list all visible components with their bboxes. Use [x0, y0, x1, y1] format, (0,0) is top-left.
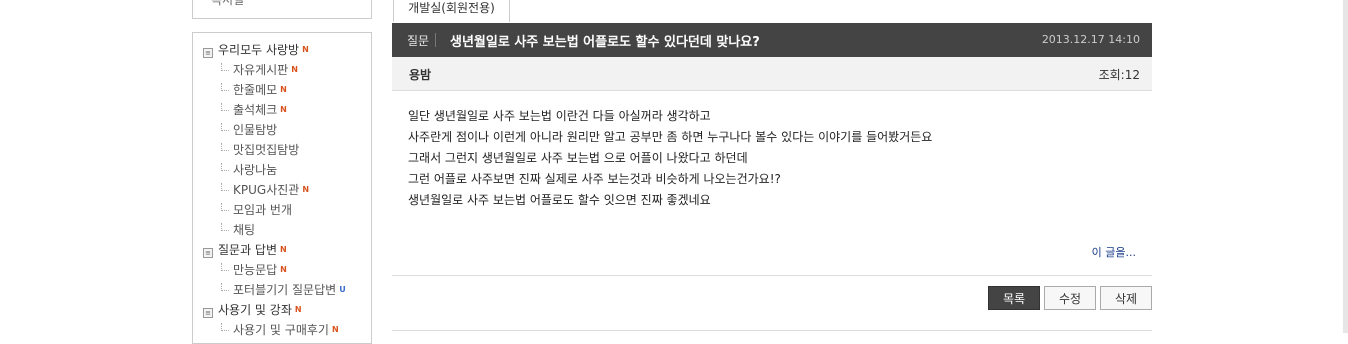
sidebar-item-label: 한줄메모: [233, 83, 278, 97]
new-badge: N: [280, 85, 287, 94]
folder-box-icon: ≡: [203, 248, 213, 258]
post-body-line: 사주란게 점이나 이런게 아니라 원리만 알고 공부만 좀 하면 누구나다 볼수…: [408, 130, 933, 144]
folder-box-icon: ≡: [203, 48, 213, 58]
post-date: 2013.12.17 14:10: [1041, 33, 1140, 46]
sidebar-item-label: 우리모두 사랑방: [218, 43, 300, 57]
post-meta: 용밤 조회:12: [392, 57, 1152, 91]
new-badge: N: [302, 185, 310, 194]
tree-branch-icon: [221, 163, 229, 171]
sidebar-item-top[interactable]: 독서실: [211, 0, 244, 8]
folder-box-icon: ≡: [203, 308, 213, 318]
divider: [392, 275, 1152, 276]
new-badge: N: [280, 245, 287, 254]
post-header: 질문 생년월일로 사주 보는법 어플로도 할수 있다던데 맞나요? 2013.1…: [392, 23, 1152, 57]
post-title: 생년월일로 사주 보는법 어플로도 할수 있다던데 맞나요?: [450, 35, 760, 50]
sidebar-category[interactable]: ≡ 사용기 및 강좌 N: [193, 300, 371, 320]
divider-bottom: [392, 330, 1152, 331]
tree-branch-icon: [221, 323, 229, 331]
sidebar-item[interactable]: 자유게시판 N: [193, 60, 371, 80]
post-body-line: 일단 생년월일로 사주 보는법 이란건 다들 아실꺼라 생각하고: [408, 109, 711, 123]
edit-button[interactable]: 수정: [1044, 286, 1096, 310]
post-body-line: 그런 어플로 사주보면 진짜 실제로 사주 보는것과 비슷하게 나오는건가요!?: [408, 172, 781, 186]
tab-label: 개발실(회원전용): [408, 1, 495, 15]
sidebar-item[interactable]: KPUG사진관 N: [193, 180, 371, 200]
post-author[interactable]: 용밤: [409, 66, 431, 83]
new-badge: N: [294, 305, 302, 314]
post-category: 질문: [407, 34, 430, 48]
tree-branch-icon: [221, 223, 229, 231]
sidebar-category[interactable]: ≡ 우리모두 사랑방 N: [193, 40, 371, 60]
new-badge: N: [302, 45, 309, 54]
sidebar-item-label: 인물탐방: [233, 123, 278, 137]
sidebar-item-label: 사랑나눔: [233, 163, 278, 177]
new-badge: N: [280, 265, 287, 274]
sidebar-category[interactable]: ≡ 질문과 답변 N: [193, 240, 371, 260]
tab-dev-room[interactable]: 개발실(회원전용): [393, 0, 510, 22]
tree-branch-icon: [221, 123, 229, 131]
updated-badge: U: [339, 285, 346, 294]
tree-branch-icon: [221, 83, 229, 91]
tree-branch-icon: [221, 203, 229, 211]
sidebar-item-label: 모임과 번개: [233, 203, 293, 217]
more-posts-link[interactable]: 이 글을...: [1092, 244, 1136, 260]
window-scrollbar[interactable]: [1343, 0, 1348, 333]
post-views: 조회:12: [1098, 68, 1140, 82]
sidebar-item[interactable]: 사용기 및 구매후기 N: [193, 320, 371, 340]
delete-button[interactable]: 삭제: [1100, 286, 1152, 310]
sidebar-item[interactable]: 인물탐방: [193, 120, 371, 140]
sidebar-item-label: 자유게시판: [233, 63, 289, 77]
list-button[interactable]: 목록: [988, 286, 1040, 310]
sidebar-item[interactable]: 한줄메모 N: [193, 80, 371, 100]
sidebar-item[interactable]: 채팅: [193, 220, 371, 240]
tree-branch-icon: [221, 103, 229, 111]
post-body-line: 그래서 그런지 생년월일로 사주 보는법 으로 어플이 나왔다고 하던데: [408, 151, 748, 165]
tree-branch-icon: [221, 263, 229, 271]
sidebar-item-label: 맛집멋집탐방: [233, 143, 300, 157]
sidebar-item-label: 포터블기기 질문답변: [233, 283, 337, 297]
sidebar-item-label: 질문과 답변: [218, 243, 278, 257]
new-badge: N: [291, 65, 298, 74]
sidebar-item-label: KPUG사진관: [233, 183, 300, 197]
sidebar-item[interactable]: 모임과 번개: [193, 200, 371, 220]
tree-branch-icon: [221, 283, 229, 291]
sidebar-item-label: 출석체크: [233, 103, 278, 117]
sidebar-item-label: 사용기 및 구매후기: [233, 323, 329, 337]
sidebar-item[interactable]: 만능문답 N: [193, 260, 371, 280]
post-body-line: 생년월일로 사주 보는법 어플로도 할수 잇으면 진짜 좋겠네요: [408, 193, 711, 207]
post-body: 일단 생년월일로 사주 보는법 이란건 다들 아실꺼라 생각하고 사주란게 점이…: [408, 106, 1128, 211]
sidebar-item[interactable]: 출석체크 N: [193, 100, 371, 120]
tree-branch-icon: [221, 143, 229, 151]
header-separator: [435, 33, 436, 47]
sidebar-item-label: 사용기 및 강좌: [218, 303, 292, 317]
sidebar-item[interactable]: 사랑나눔: [193, 160, 371, 180]
sidebar-item-label: 만능문답: [233, 263, 278, 277]
sidebar-menu-box: ≡ 우리모두 사랑방 N 자유게시판 N 한줄메모 N 출석체크 N 인물탐방 맛집멋집탐방 사랑나눔…: [192, 32, 372, 344]
new-badge: N: [280, 105, 287, 114]
sidebar-item-label: 채팅: [233, 223, 256, 237]
tree-branch-icon: [221, 183, 229, 191]
tree-branch-icon: [221, 63, 229, 71]
sidebar-menu: ≡ 우리모두 사랑방 N 자유게시판 N 한줄메모 N 출석체크 N 인물탐방 맛집멋집탐방 사랑나눔…: [193, 33, 371, 340]
sidebar-item[interactable]: 포터블기기 질문답변 U: [193, 280, 371, 300]
sidebar-top-box: 독서실: [192, 0, 372, 19]
sidebar-item[interactable]: 맛집멋집탐방: [193, 140, 371, 160]
